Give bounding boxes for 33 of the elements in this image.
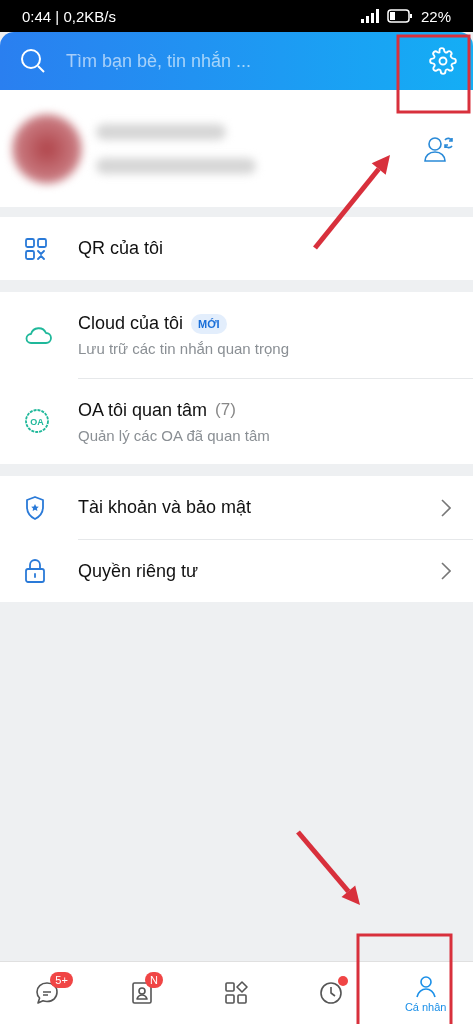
qr-code-icon <box>24 236 48 261</box>
menu-item-title: Quyền riêng tư <box>78 560 199 582</box>
status-time: 0:44 | 0,2KB/s <box>22 7 116 25</box>
follow-count: (7) <box>215 400 236 420</box>
battery-percent: 22% <box>420 7 451 25</box>
menu-item-subtitle: Lưu trữ các tin nhắn quan trọng <box>78 340 291 357</box>
clock-icon <box>318 980 345 1006</box>
cloud-icon <box>24 325 52 345</box>
menu-item[interactable]: QR của tôi <box>0 217 473 280</box>
battery-icon <box>386 9 413 23</box>
shield-icon <box>24 494 46 521</box>
menu-item-title: Cloud của tôi <box>78 313 184 334</box>
signal-icon <box>360 9 379 23</box>
menu-item-title: OA tôi quan tâm <box>78 399 208 421</box>
notification-badge: 5+ <box>50 972 73 988</box>
menu-item[interactable]: Tài khoản và bảo mật <box>0 476 473 539</box>
notification-badge: N <box>144 972 163 988</box>
new-badge: MỚI <box>191 313 227 334</box>
menu-item-title: Tài khoản và bảo mật <box>78 497 252 518</box>
settings-icon[interactable] <box>429 47 457 75</box>
apps-grid-icon <box>223 980 250 1006</box>
switch-account-icon[interactable] <box>423 134 455 163</box>
menu-item[interactable]: Cloud của tôi MỚI Lưu trữ các tin nhắn quan trọng <box>0 292 473 378</box>
lock-icon <box>24 557 46 584</box>
menu-item[interactable]: Quyền riêng tư <box>0 539 473 602</box>
menu-item[interactable]: OA OA tôi quan tâm (7) Quản lý các OA đã quan tâm <box>0 378 473 464</box>
search-bar[interactable]: Tìm bạn bè, tin nhắn ... <box>0 32 473 90</box>
search-icon[interactable] <box>20 48 46 74</box>
search-field[interactable]: Tìm bạn bè, tin nhắn ... <box>64 49 411 73</box>
oa-seal-icon: OA <box>24 408 50 434</box>
menu-item-subtitle: Quản lý các OA đã quan tâm <box>78 426 271 444</box>
avatar[interactable] <box>12 113 82 184</box>
menu-item-title: QR của tôi <box>78 238 164 259</box>
